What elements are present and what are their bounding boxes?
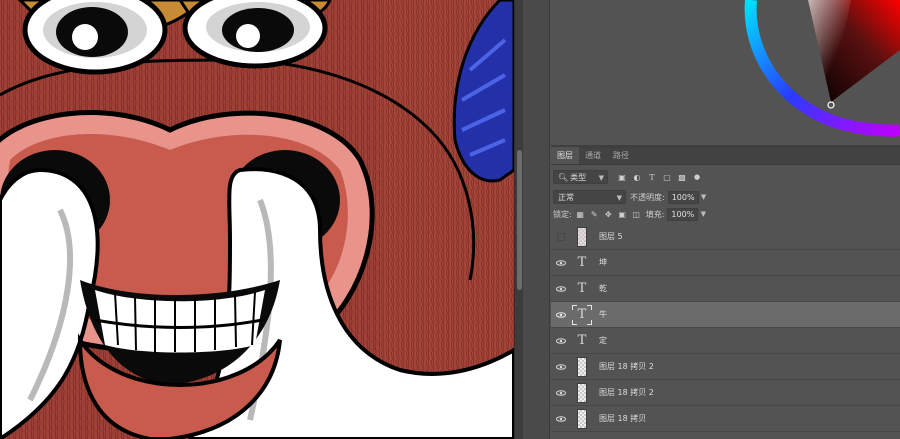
layer-name: 乾	[599, 284, 607, 293]
layers-panel-tabs: 图层 通道 路径	[551, 147, 900, 165]
visibility-toggle[interactable]	[551, 354, 570, 380]
chevron-down-icon: ▼	[598, 174, 604, 182]
right-dock: 图层 通道 路径 🔍︎ 类型 ▼ ▣ ◐ T ▢ ▩ ● 正常 ▼ 不透明度:	[523, 0, 900, 439]
smart-object-filter-icon[interactable]: ▩	[676, 171, 688, 183]
tab-channels[interactable]: 通道	[579, 147, 607, 164]
lock-label: 锁定:	[553, 209, 572, 219]
pixel-layer-thumbnail	[577, 356, 587, 377]
filter-toggle-icon[interactable]: ●	[691, 171, 703, 183]
eye-icon	[555, 285, 566, 292]
visibility-toggle[interactable]	[551, 250, 570, 276]
adjustment-filter-icon[interactable]: ◐	[631, 171, 643, 183]
eye-icon	[555, 337, 566, 344]
pixel-layer-thumbnail	[577, 226, 587, 247]
color-wheel[interactable]	[551, 0, 900, 145]
layer-row[interactable]: T 定	[551, 328, 900, 354]
artwork-illustration	[0, 0, 514, 439]
layer-row[interactable]: T 乾	[551, 276, 900, 302]
visibility-toggle[interactable]	[551, 406, 570, 432]
layer-thumbnail	[571, 224, 593, 250]
filter-kind-dropdown[interactable]: 🔍︎ 类型 ▼	[553, 170, 608, 184]
layer-row[interactable]: 图层 18 拷贝	[551, 406, 900, 432]
blend-row: 正常 ▼ 不透明度: 100% ▼	[553, 189, 709, 205]
filter-kind-label: 类型	[570, 172, 587, 182]
selected-text-layer-frame: T	[572, 304, 592, 325]
text-layer-icon: T	[577, 281, 587, 296]
text-layer-icon: T	[577, 333, 587, 348]
scrollbar-thumb[interactable]	[517, 150, 522, 290]
color-panel	[551, 0, 900, 145]
tab-layers[interactable]: 图层	[551, 147, 579, 164]
layers-panel: 图层 通道 路径 🔍︎ 类型 ▼ ▣ ◐ T ▢ ▩ ● 正常 ▼ 不透明度:	[551, 147, 900, 439]
document-canvas[interactable]	[0, 0, 514, 439]
visibility-toggle[interactable]	[551, 276, 570, 302]
hidden-visibility-box	[556, 232, 565, 241]
lock-row: 锁定: ▦ ✎ ✥ ▣ ◫ 填充: 100% ▼	[553, 206, 708, 222]
chevron-down-icon: ▼	[616, 194, 622, 202]
visibility-toggle[interactable]	[551, 328, 570, 354]
layer-name: 坤	[599, 258, 607, 267]
layer-row[interactable]: 图层 18 拷贝 2	[551, 354, 900, 380]
collapsed-panel-strip	[523, 0, 550, 439]
color-picker-handle	[827, 101, 835, 109]
layer-thumbnail: T	[571, 250, 593, 276]
image-filter-icon[interactable]: ▣	[616, 171, 628, 183]
pixel-layer-thumbnail	[577, 382, 587, 403]
eye-icon	[555, 363, 566, 370]
fill-field[interactable]: 100%	[667, 207, 699, 221]
layer-name: 图层 18 拷贝 2	[599, 362, 654, 371]
visibility-toggle[interactable]	[551, 302, 570, 328]
tab-paths[interactable]: 路径	[607, 147, 635, 164]
text-layer-icon: T	[577, 255, 587, 270]
lock-artboard-icon[interactable]: ▣	[617, 209, 628, 220]
visibility-toggle[interactable]	[551, 380, 570, 406]
layer-name: 图层 18 拷贝	[599, 414, 647, 423]
layer-filter-row: 🔍︎ 类型 ▼ ▣ ◐ T ▢ ▩ ●	[553, 169, 703, 185]
text-filter-icon[interactable]: T	[646, 171, 658, 183]
eye-icon	[555, 415, 566, 422]
layer-name: 定	[599, 336, 607, 345]
layer-thumbnail	[571, 354, 593, 380]
layer-name: 牛	[599, 310, 607, 319]
layer-list: 图层 5 T 坤 T 乾 T 牛 T 定 图层 18 拷贝 2 图层 18 拷贝…	[551, 224, 900, 432]
search-icon: 🔍︎	[558, 172, 569, 182]
lock-all-icon[interactable]: ◫	[631, 209, 642, 220]
text-layer-icon: T	[577, 307, 587, 322]
eye-icon	[555, 311, 566, 318]
layer-thumbnail	[571, 380, 593, 406]
opacity-chevron-icon[interactable]: ▼	[699, 191, 709, 204]
layer-name: 图层 18 拷贝 2	[599, 388, 654, 397]
opacity-field[interactable]: 100%	[667, 190, 699, 204]
lock-transparency-icon[interactable]: ▦	[575, 209, 586, 220]
layer-row[interactable]: 图层 18 拷贝 2	[551, 380, 900, 406]
canvas-vertical-scrollbar[interactable]	[514, 0, 523, 439]
layer-row-selected[interactable]: T 牛	[551, 302, 900, 328]
visibility-toggle[interactable]	[551, 224, 570, 250]
layer-row[interactable]: 图层 5	[551, 224, 900, 250]
layer-thumbnail: T	[571, 276, 593, 302]
lock-position-icon[interactable]: ✥	[603, 209, 614, 220]
opacity-label: 不透明度:	[630, 192, 665, 202]
eye-icon	[555, 389, 566, 396]
blend-mode-dropdown[interactable]: 正常 ▼	[553, 190, 626, 204]
pixel-layer-thumbnail	[577, 408, 587, 429]
fill-label: 填充:	[645, 209, 665, 219]
shape-filter-icon[interactable]: ▢	[661, 171, 673, 183]
layer-row[interactable]: T 坤	[551, 250, 900, 276]
layer-name: 图层 5	[599, 232, 623, 241]
lock-image-icon[interactable]: ✎	[589, 209, 600, 220]
layer-thumbnail: T	[571, 302, 593, 328]
layer-thumbnail	[571, 406, 593, 432]
layer-thumbnail: T	[571, 328, 593, 354]
eye-icon	[555, 259, 566, 266]
blend-mode-value: 正常	[558, 192, 574, 202]
fill-chevron-icon[interactable]: ▼	[698, 208, 708, 221]
